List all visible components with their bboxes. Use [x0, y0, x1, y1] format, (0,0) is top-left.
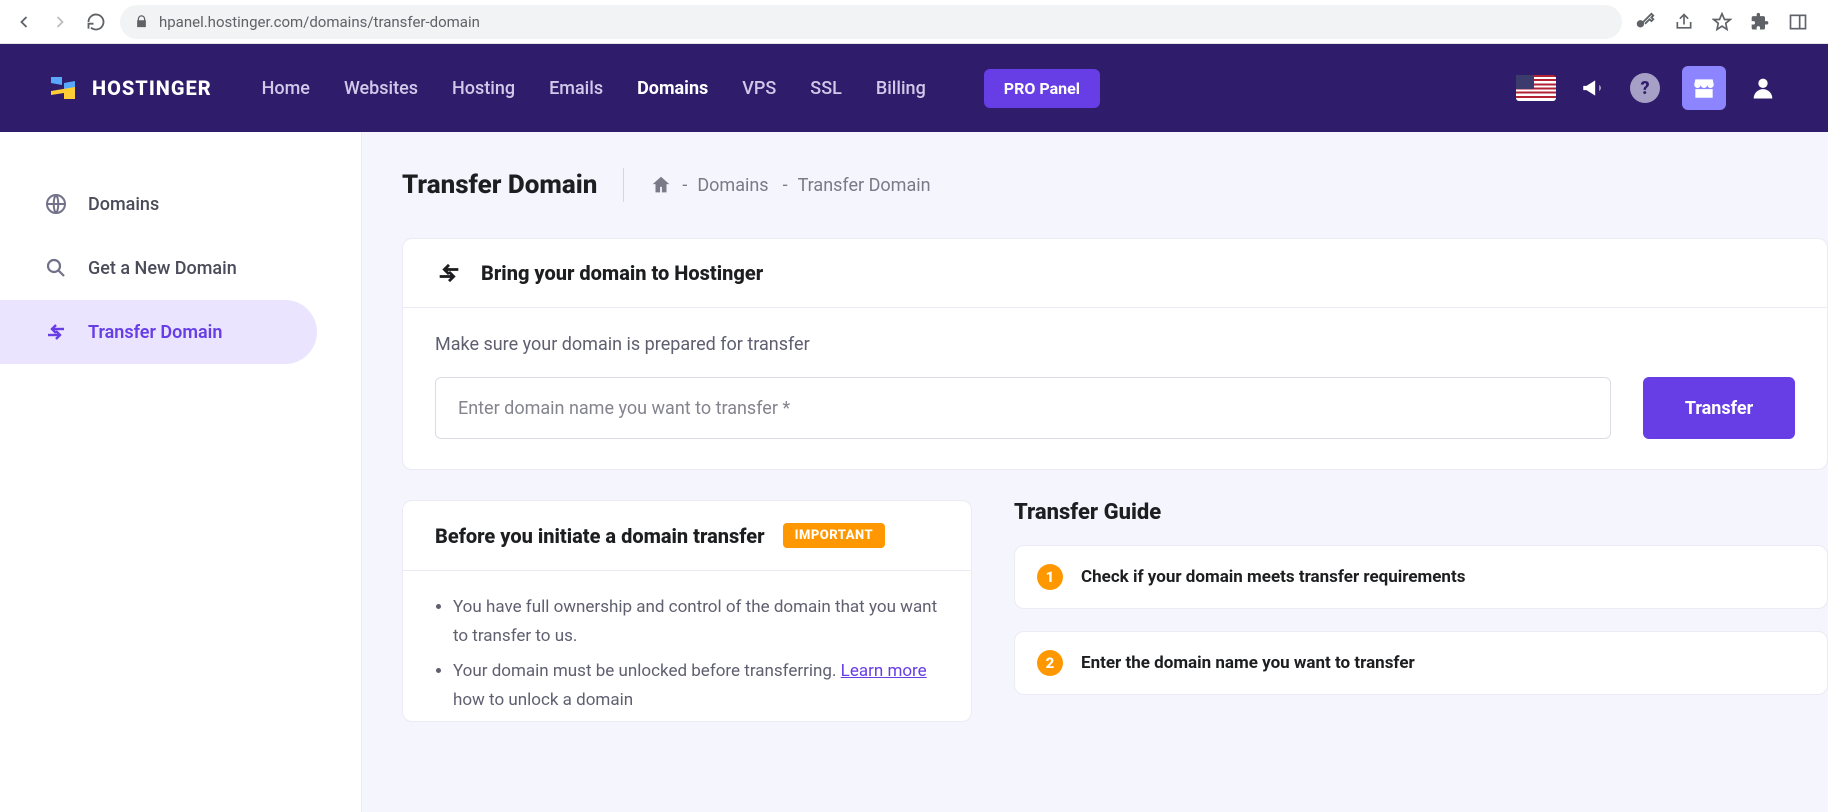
page-header: Transfer Domain - Domains - Transfer Dom… [402, 168, 1828, 202]
crumb-sep: - [783, 175, 788, 196]
nav-billing[interactable]: Billing [876, 78, 926, 99]
key-icon[interactable] [1634, 11, 1656, 33]
layout: Domains Get a New Domain Transfer Domain… [0, 132, 1828, 812]
guide-title: Transfer Guide [1014, 500, 1828, 525]
guide-step-2[interactable]: 2 Enter the domain name you want to tran… [1014, 631, 1828, 695]
crumb-sep: - [682, 175, 687, 196]
nav-vps[interactable]: VPS [742, 78, 776, 99]
profile-icon[interactable] [1748, 73, 1778, 103]
panel-icon[interactable] [1788, 12, 1808, 32]
nav-hosting[interactable]: Hosting [452, 78, 515, 99]
nav-home[interactable]: Home [262, 78, 310, 99]
transfer-button[interactable]: Transfer [1643, 377, 1795, 439]
locale-flag-us[interactable] [1516, 75, 1556, 101]
help-icon[interactable]: ? [1630, 73, 1660, 103]
page-title: Transfer Domain [402, 170, 597, 200]
transfer-arrows-icon [435, 259, 463, 287]
logo[interactable]: HOSTINGER [48, 73, 212, 103]
lock-icon [134, 14, 149, 29]
two-col: Before you initiate a domain transfer IM… [402, 500, 1828, 722]
guide-step-1[interactable]: 1 Check if your domain meets transfer re… [1014, 545, 1828, 609]
before-header: Before you initiate a domain transfer IM… [403, 501, 971, 571]
share-icon[interactable] [1674, 12, 1694, 32]
transfer-card: Bring your domain to Hostinger Make sure… [402, 238, 1828, 470]
browser-reload-button[interactable] [84, 10, 108, 34]
nav-ssl[interactable]: SSL [810, 78, 842, 99]
crumb-domains[interactable]: Domains [697, 175, 768, 196]
guide-text: Enter the domain name you want to transf… [1081, 653, 1415, 673]
transfer-icon [44, 320, 68, 344]
nav-domains[interactable]: Domains [637, 78, 708, 99]
home-icon[interactable] [650, 174, 672, 196]
main-content: Transfer Domain - Domains - Transfer Dom… [362, 132, 1828, 812]
browser-url: hpanel.hostinger.com/domains/transfer-do… [159, 13, 480, 31]
card-body: Make sure your domain is prepared for tr… [403, 308, 1827, 469]
guide-text: Check if your domain meets transfer requ… [1081, 567, 1465, 587]
card-title: Bring your domain to Hostinger [481, 261, 763, 285]
pro-panel-button[interactable]: PRO Panel [984, 69, 1100, 108]
before-bullets: You have full ownership and control of t… [403, 571, 971, 715]
sidebar-item-get-new-domain[interactable]: Get a New Domain [0, 236, 317, 300]
before-card: Before you initiate a domain transfer IM… [402, 500, 972, 722]
brand-name: HOSTINGER [92, 76, 212, 100]
browser-back-button[interactable] [12, 10, 36, 34]
card-header: Bring your domain to Hostinger [403, 239, 1827, 308]
domain-input[interactable] [435, 377, 1611, 439]
logo-icon [48, 73, 78, 103]
sidebar-label: Domains [88, 194, 159, 215]
sidebar-item-domains[interactable]: Domains [0, 172, 317, 236]
learn-more-link[interactable]: Learn more [841, 661, 927, 681]
extensions-icon[interactable] [1750, 12, 1770, 32]
browser-forward-button[interactable] [48, 10, 72, 34]
star-icon[interactable] [1712, 12, 1732, 32]
before-title: Before you initiate a domain transfer [435, 524, 765, 548]
bullet-2: Your domain must be unlocked before tran… [453, 657, 939, 715]
card-hint: Make sure your domain is prepared for tr… [435, 334, 1795, 355]
sidebar-label: Transfer Domain [88, 322, 222, 343]
search-icon [44, 256, 68, 280]
store-icon[interactable] [1682, 66, 1726, 110]
top-nav: HOSTINGER Home Websites Hosting Emails D… [0, 44, 1828, 132]
input-row: Transfer [435, 377, 1795, 439]
browser-address-bar[interactable]: hpanel.hostinger.com/domains/transfer-do… [120, 5, 1622, 39]
crumb-transfer: Transfer Domain [798, 175, 931, 196]
nav-emails[interactable]: Emails [549, 78, 603, 99]
sidebar: Domains Get a New Domain Transfer Domain [0, 132, 362, 812]
browser-toolbar-icons [1634, 11, 1816, 33]
browser-chrome: hpanel.hostinger.com/domains/transfer-do… [0, 0, 1828, 44]
important-badge: IMPORTANT [783, 523, 886, 548]
breadcrumb: - Domains - Transfer Domain [623, 168, 930, 202]
sidebar-item-transfer-domain[interactable]: Transfer Domain [0, 300, 317, 364]
nav-websites[interactable]: Websites [344, 78, 418, 99]
bullet-1: You have full ownership and control of t… [453, 593, 939, 651]
step-number: 1 [1037, 564, 1063, 590]
topnav-right: ? [1516, 66, 1778, 110]
announcement-icon[interactable] [1578, 73, 1608, 103]
nav-links: Home Websites Hosting Emails Domains VPS… [262, 78, 926, 99]
sidebar-label: Get a New Domain [88, 258, 237, 279]
step-number: 2 [1037, 650, 1063, 676]
globe-icon [44, 192, 68, 216]
